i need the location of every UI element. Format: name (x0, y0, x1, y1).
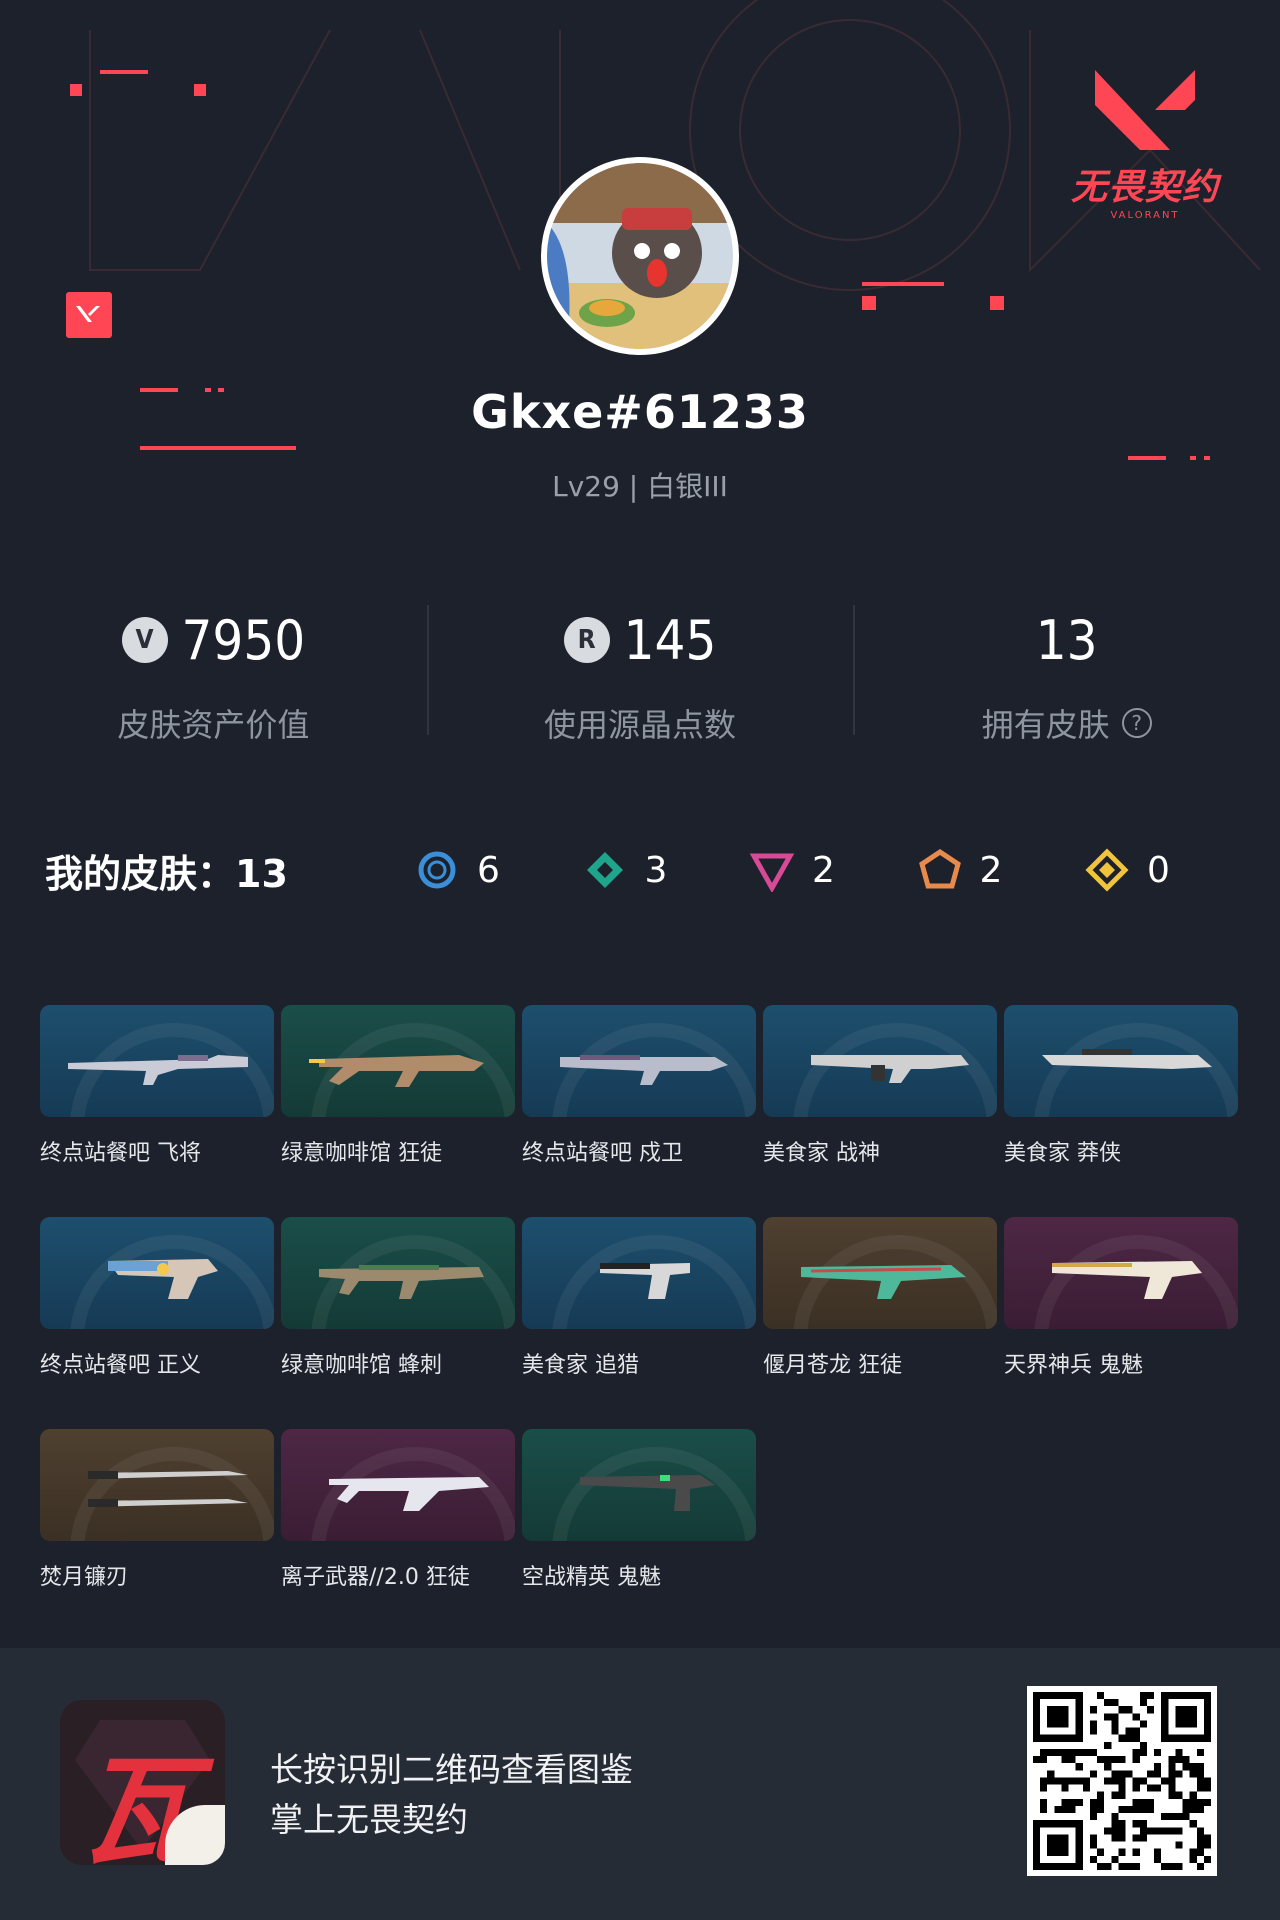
valorant-v-icon (1095, 70, 1195, 150)
skin-name: 绿意咖啡馆 蜂刺 (281, 1353, 442, 1378)
tier-counts: 6 3 2 2 0 (415, 848, 1235, 892)
stat-label: 拥有皮肤 (981, 706, 1110, 744)
logo-en-text: VALORANT (1110, 210, 1180, 221)
skin-name: 偃月苍龙 狂徒 (763, 1353, 902, 1378)
weapon-skin-image (801, 1265, 966, 1299)
radianite-icon: R (563, 617, 610, 663)
app-icon[interactable]: 瓦 (60, 1700, 225, 1865)
footer-qr-hint: 长按识别二维码查看图鉴 (270, 1750, 633, 1789)
skin-thumbnail (763, 1005, 997, 1117)
skin-card[interactable]: 偃月苍龙 狂徒 (763, 1217, 997, 1429)
tier-count: 3 (644, 849, 668, 891)
skin-card[interactable]: 终点站餐吧 正义 (40, 1217, 274, 1429)
qr-code[interactable] (1027, 1686, 1217, 1876)
skin-name: 终点站餐吧 正义 (40, 1353, 201, 1378)
skin-name: 天界神兵 鬼魅 (1004, 1353, 1143, 1378)
skin-card[interactable]: 绿意咖啡馆 蜂刺 (281, 1217, 515, 1429)
skin-thumbnail (522, 1217, 756, 1329)
level-rank-text: Lv29 | 白银III (552, 470, 728, 503)
skin-name: 美食家 战神 (763, 1141, 880, 1166)
stat-radianite: R 145 使用源晶点数 (426, 600, 854, 750)
weapon-skin-image (108, 1259, 218, 1299)
avatar[interactable] (541, 157, 739, 355)
exclusive-tier-icon (918, 848, 961, 889)
skin-card[interactable]: 绿意咖啡馆 狂徒 (281, 1005, 515, 1217)
skin-card[interactable]: 焚月镰刃 (40, 1429, 274, 1641)
skin-name: 焚月镰刃 (40, 1565, 129, 1590)
tier-count: 0 (1147, 849, 1170, 891)
skin-thumbnail (281, 1429, 515, 1541)
skins-header: 我的皮肤：13 6 3 2 2 0 (45, 840, 1235, 900)
skin-card[interactable]: 离子武器//2.0 狂徒 (281, 1429, 515, 1641)
skin-thumbnail (281, 1005, 515, 1117)
logo-cn-text: 无畏契约 (1070, 167, 1219, 208)
tier-count: 2 (812, 849, 835, 891)
skin-name: 空战精英 鬼魅 (522, 1565, 661, 1590)
footer-app-name: 掌上无畏契约 (270, 1800, 468, 1839)
skin-card[interactable]: 终点站餐吧 飞将 (40, 1005, 274, 1217)
tier-count: 2 (979, 849, 1003, 891)
vp-coin-icon: V (121, 617, 168, 663)
skin-thumbnail (281, 1217, 515, 1329)
skin-card[interactable]: 终点站餐吧 戍卫 (522, 1005, 756, 1217)
skin-name: 美食家 追猎 (522, 1353, 639, 1378)
ultra-tier-icon (1085, 848, 1129, 892)
skin-thumbnail (40, 1217, 274, 1329)
skin-grid: 终点站餐吧 飞将 绿意咖啡馆 狂徒 终点站餐吧 戍卫 美食家 战神 美食家 莽侠终点站餐… (40, 1005, 1240, 1641)
skin-card[interactable]: 空战精英 鬼魅 (522, 1429, 756, 1641)
skin-name: 终点站餐吧 戍卫 (522, 1141, 683, 1166)
stat-label: 使用源晶点数 (544, 706, 737, 744)
weapon-skin-image (88, 1471, 248, 1507)
tier-premium[interactable]: 2 (750, 848, 900, 892)
skin-card[interactable]: 美食家 莽侠 (1004, 1005, 1238, 1217)
skin-card[interactable]: 天界神兵 鬼魅 (1004, 1217, 1238, 1429)
skin-thumbnail (1004, 1005, 1238, 1117)
tier-ultra[interactable]: 0 (1085, 848, 1235, 892)
skin-thumbnail (40, 1429, 274, 1541)
skin-name: 美食家 莽侠 (1004, 1141, 1121, 1166)
premium-tier-icon (750, 853, 794, 892)
skin-thumbnail (40, 1005, 274, 1117)
select-tier-icon (418, 851, 456, 889)
valorant-badge-icon (66, 292, 112, 338)
skin-thumbnail (522, 1005, 756, 1117)
deluxe-tier-icon (586, 852, 623, 888)
skin-thumbnail (522, 1429, 756, 1541)
skin-name: 离子武器//2.0 狂徒 (281, 1565, 470, 1590)
skin-name: 终点站餐吧 飞将 (40, 1141, 201, 1166)
stat-value: 7950 (181, 608, 306, 672)
stat-value: 13 (1035, 608, 1098, 672)
weapon-skin-image (600, 1263, 690, 1299)
stats-row: V 7950 皮肤资产价值 R 145 使用源晶点数 13 拥有皮肤 ? (0, 600, 1280, 750)
help-icon[interactable]: ? (1121, 708, 1152, 738)
tier-exclusive[interactable]: 2 (918, 848, 1068, 892)
weapon-skin-image (309, 1055, 484, 1087)
skin-thumbnail (1004, 1217, 1238, 1329)
skin-name: 绿意咖啡馆 狂徒 (281, 1141, 442, 1166)
skin-card[interactable]: 美食家 战神 (763, 1005, 997, 1217)
weapon-skin-image (580, 1475, 715, 1511)
stat-label: 皮肤资产价值 (117, 706, 310, 744)
stat-skin-value: V 7950 皮肤资产价值 (0, 600, 427, 750)
weapon-skin-image (319, 1265, 484, 1299)
stat-owned-skins: 13 拥有皮肤 ? (853, 600, 1280, 750)
stat-value: 145 (623, 608, 717, 672)
skins-title: 我的皮肤：13 (45, 851, 288, 896)
qr-code-image (1033, 1692, 1211, 1870)
weapon-skin-image (1052, 1261, 1202, 1299)
skin-thumbnail (763, 1217, 997, 1329)
username: Gkxe#61233 (471, 385, 809, 439)
valorant-logo: 无畏契约 VALORANT (1070, 60, 1220, 221)
skin-card[interactable]: 美食家 追猎 (522, 1217, 756, 1429)
tier-select[interactable]: 6 (415, 848, 565, 892)
weapon-skin-image (329, 1477, 489, 1511)
weapon-skin-image (68, 1055, 248, 1085)
avatar-image (547, 163, 733, 349)
tier-deluxe[interactable]: 3 (583, 848, 733, 892)
weapon-skin-image (560, 1055, 728, 1085)
weapon-skin-image (811, 1055, 969, 1083)
tier-count: 6 (477, 849, 500, 891)
weapon-skin-image (1042, 1049, 1212, 1069)
footer: 瓦 长按识别二维码查看图鉴 掌上无畏契约 (0, 1648, 1280, 1920)
